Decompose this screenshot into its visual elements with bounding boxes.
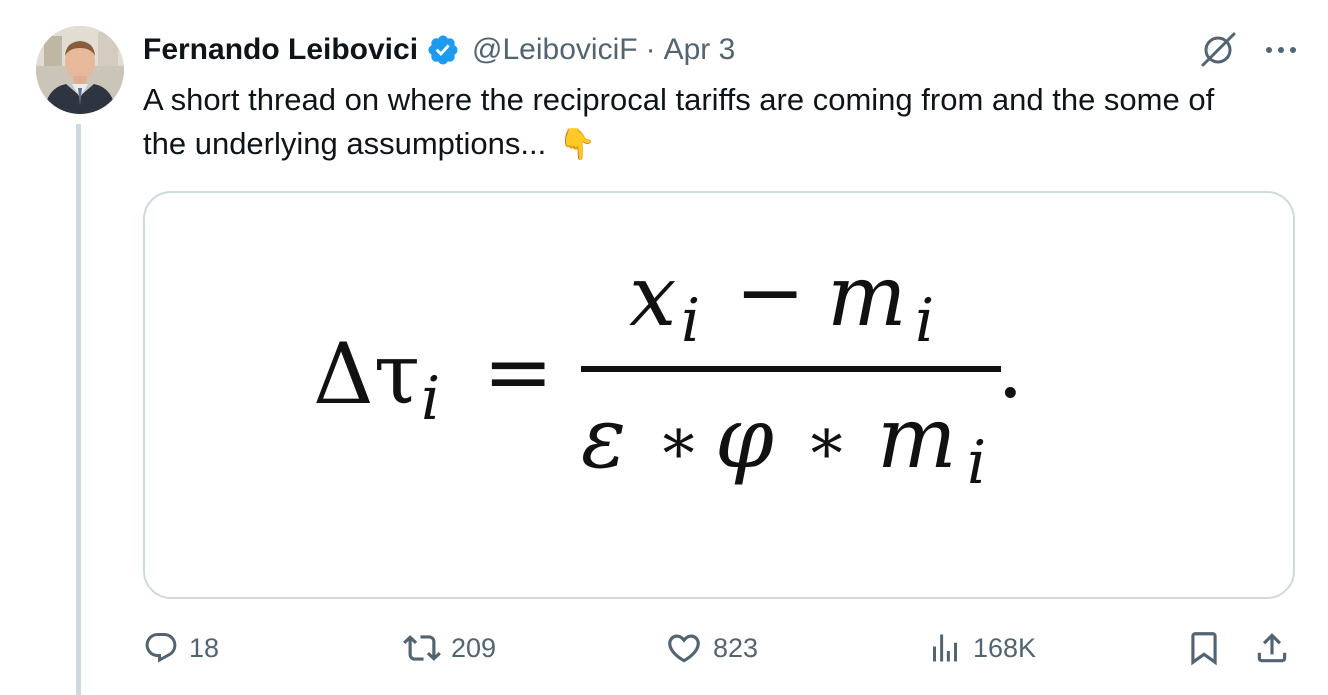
like-count: 823 (713, 632, 759, 663)
reply-button[interactable]: 18 (143, 623, 219, 673)
more-icon[interactable] (1264, 44, 1298, 56)
tweet-media-image[interactable]: Δτ i = x i − m i ε ∗ φ ∗ m i . (143, 191, 1295, 599)
bookmark-icon (1191, 632, 1217, 666)
formula-numerator-x-subscript: i (681, 286, 700, 356)
author-handle[interactable]: @LeiboviciF (472, 33, 638, 67)
separator-dot: · (645, 33, 656, 66)
bookmark-button[interactable] (1185, 623, 1223, 673)
formula-lhs-subscript: i (421, 364, 440, 434)
avatar-photo (36, 26, 124, 114)
repost-icon (403, 635, 441, 661)
tweet-top-actions (1198, 28, 1298, 72)
thread-connector-line (76, 124, 81, 695)
repost-button[interactable]: 209 (403, 623, 496, 673)
formula-epsilon: ε (581, 389, 626, 487)
formula-period: . (997, 319, 1024, 417)
formula-star-1: ∗ (657, 405, 701, 479)
avatar[interactable] (36, 26, 124, 114)
share-button[interactable] (1253, 623, 1291, 673)
pointing-down-emoji: 👇 (558, 128, 597, 161)
formula-denominator-m-subscript: i (967, 428, 986, 498)
views-icon (933, 634, 957, 662)
formula-phi: φ (715, 389, 774, 487)
heart-icon (668, 634, 700, 663)
author-name[interactable]: Fernando Leibovici (143, 33, 418, 67)
tweet-action-bar: 18 209 823 168K (143, 623, 1293, 673)
tweet-text: A short thread on where the reciprocal t… (143, 78, 1243, 167)
repost-count: 209 (451, 632, 497, 663)
share-icon (1257, 633, 1287, 663)
formula-numerator-x: x (629, 247, 676, 345)
formula-equals: = (483, 323, 553, 421)
formula-denominator-m: m (877, 389, 957, 487)
formula-image: Δτ i = x i − m i ε ∗ φ ∗ m i . (313, 243, 1024, 498)
grok-icon[interactable] (1198, 30, 1238, 70)
tweet-body: A short thread on where the reciprocal t… (143, 82, 1215, 161)
reply-count: 18 (189, 632, 220, 663)
formula-numerator-m-subscript: i (915, 286, 934, 356)
verified-badge-icon[interactable] (426, 33, 460, 67)
formula-lhs: Δτ (313, 325, 420, 423)
tweet-header: Fernando Leibovici @LeiboviciF · Apr 3 (143, 28, 735, 72)
formula-minus: − (735, 243, 805, 341)
views-count: 168K (973, 632, 1037, 663)
tweet-date[interactable]: Apr 3 (664, 33, 736, 67)
views-button[interactable]: 168K (927, 623, 1036, 673)
like-button[interactable]: 823 (665, 623, 758, 673)
fraction-bar (581, 366, 1001, 372)
formula-star-2: ∗ (805, 405, 849, 479)
reply-icon (145, 633, 177, 663)
formula-numerator-m: m (827, 247, 907, 345)
